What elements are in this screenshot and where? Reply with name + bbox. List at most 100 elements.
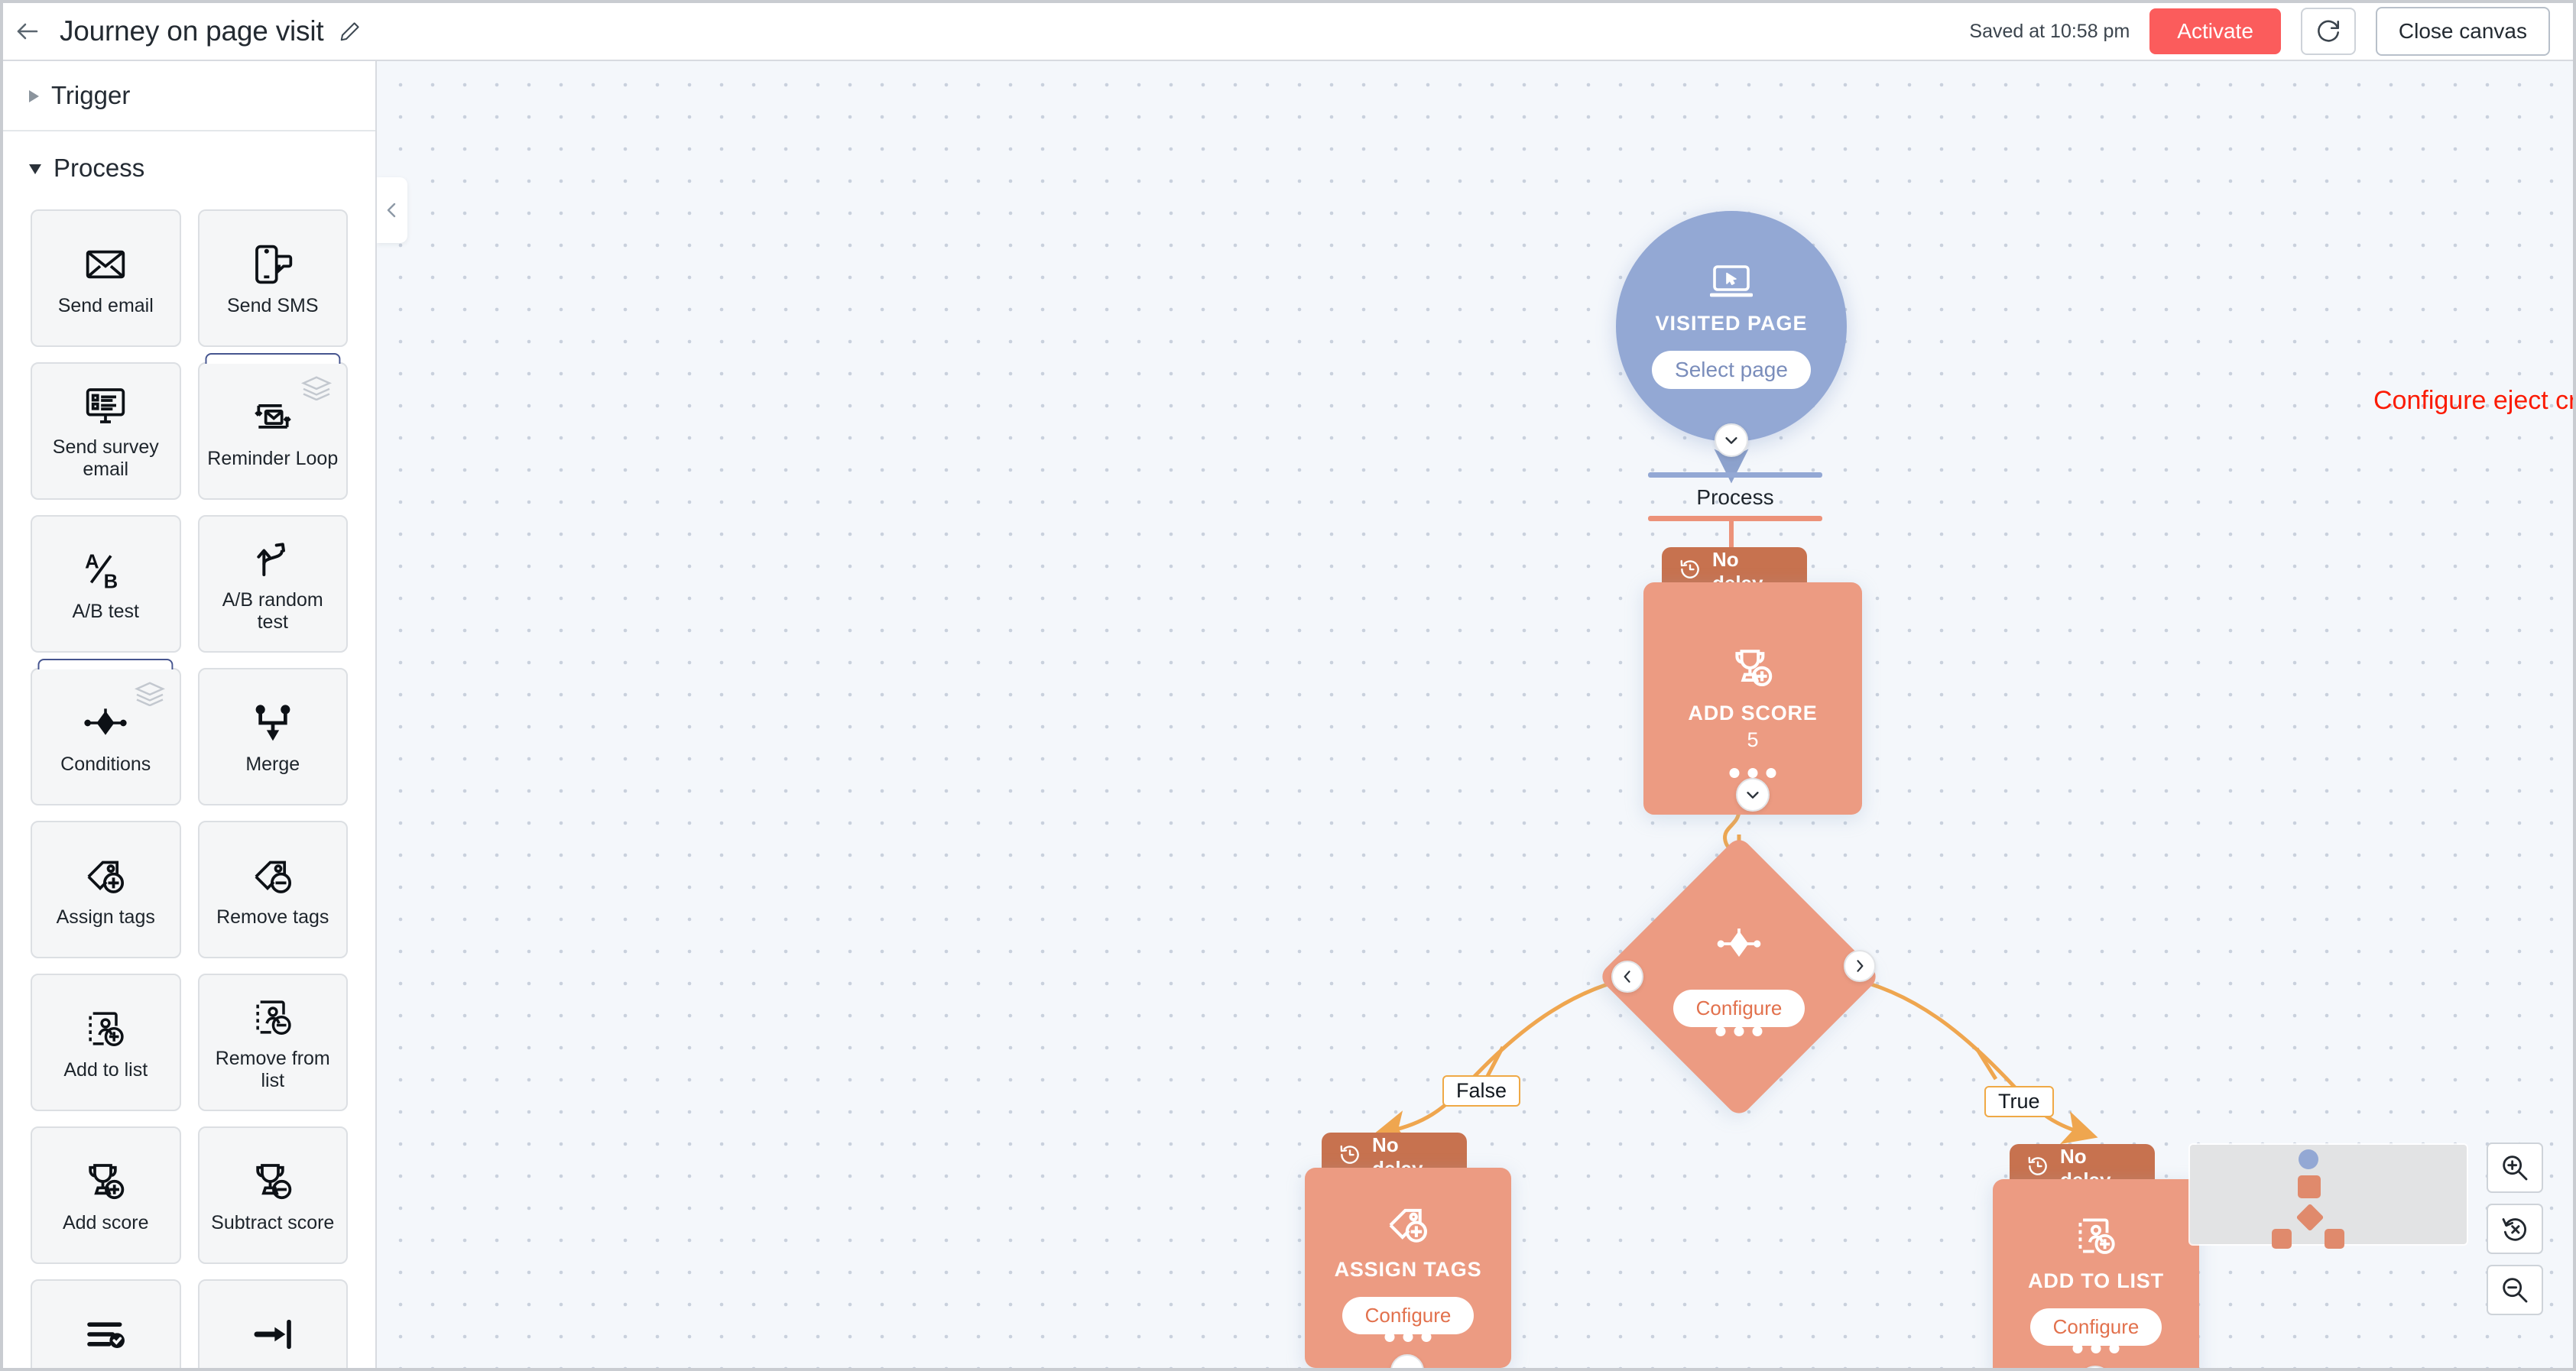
palette-item-label: Remove tags: [216, 906, 329, 928]
minimap-node-add-score: [2298, 1175, 2321, 1198]
palette-item-send-email[interactable]: Send email: [31, 209, 181, 347]
palette-item-label: Reminder Loop: [207, 447, 339, 469]
branch-label-true: True: [1984, 1086, 2054, 1117]
magnifier-plus-icon[interactable]: [2487, 1142, 2543, 1193]
zoom-controls: [2487, 1142, 2543, 1315]
lane-bar-top: [1648, 472, 1822, 478]
phone-message-icon: [251, 240, 294, 289]
palette-item-remove-from-list[interactable]: Remove from list: [197, 974, 348, 1111]
condition-right-chevron-right-icon[interactable]: [1844, 950, 1876, 982]
palette-item-conditions[interactable]: Conditions: [31, 659, 181, 805]
palette-item-subtract-score[interactable]: Subtract score: [197, 1126, 348, 1264]
palette-item-remove-tags[interactable]: Remove tags: [197, 821, 348, 958]
sidebar-section-label: Trigger: [51, 81, 131, 109]
back-arrow-icon[interactable]: [3, 3, 52, 60]
journey-canvas-app: Journey on page visit Saved at 10:58 pm …: [0, 0, 2576, 1371]
palette-item-label: Send survey email: [52, 436, 159, 480]
more-dots-icon[interactable]: [1729, 768, 1776, 778]
flow-canvas[interactable]: VISITED PAGE Select page Process No dela…: [92, 61, 2573, 1368]
palette-item-add-score[interactable]: Add score: [31, 1126, 181, 1264]
assign-tags-configure-button[interactable]: Configure: [1342, 1296, 1475, 1334]
palette-item-reminder-loop[interactable]: Reminder Loop: [197, 353, 348, 500]
node-title: ADD SCORE: [1688, 701, 1818, 724]
stack-tab: [205, 353, 341, 364]
add-to-list-configure-button[interactable]: Configure: [2029, 1308, 2162, 1346]
palette-item-label: A/B test: [72, 600, 140, 622]
palette-item-add-to-list[interactable]: Add to list: [31, 974, 181, 1111]
node-title: VISITED PAGE: [1655, 312, 1808, 335]
clock-rewind-icon: [1679, 558, 1702, 586]
chevron-right-icon: [29, 90, 39, 102]
node-add-to-list[interactable]: No delay ADD TO LIST Configure: [1993, 1144, 2199, 1368]
sidebar-section-process[interactable]: Process: [3, 131, 375, 205]
node-title: ADD TO LIST: [2028, 1269, 2164, 1292]
clock-rewind-icon: [1338, 1143, 1361, 1172]
palette-item-label: Update field: [55, 1365, 157, 1368]
node-assign-tags[interactable]: No delay ASSIGN TAGS Configure: [1305, 1133, 1511, 1368]
svg-text:A: A: [85, 551, 99, 572]
palette-item-label: Merge: [245, 753, 300, 775]
more-dots-icon[interactable]: [1384, 1332, 1432, 1342]
palette-item-ab-random-test[interactable]: A/B random test: [197, 515, 348, 653]
conditions-diamond-icon: [84, 698, 127, 747]
layers-icon: [299, 374, 334, 401]
palette-item-ab-test[interactable]: A B A/B test: [31, 515, 181, 653]
lane-bar-bottom: [1648, 516, 1822, 521]
layers-icon: [132, 680, 167, 707]
close-canvas-button[interactable]: Close canvas: [2375, 7, 2550, 56]
node-body[interactable]: ADD TO LIST Configure: [1993, 1179, 2199, 1368]
node-title: ASSIGN TAGS: [1334, 1257, 1482, 1281]
arrow-to-bar-icon: [251, 1310, 294, 1359]
node-body[interactable]: ASSIGN TAGS Configure: [1305, 1168, 1511, 1368]
minimap-node-conditions: [2295, 1203, 2325, 1232]
palette-item-send-survey-email[interactable]: Send survey email: [31, 362, 181, 500]
chevron-down-icon: [29, 164, 41, 174]
sidebar-section-label: Process: [54, 154, 145, 182]
palette-item-merge[interactable]: Merge: [197, 668, 348, 805]
trophy-plus-icon: [84, 1157, 127, 1206]
palette-item-send-sms[interactable]: Send SMS: [197, 209, 348, 347]
palette-item-label: Assign tags: [56, 906, 155, 928]
canvas-minimap[interactable]: [2190, 1145, 2467, 1249]
condition-left-chevron-left-icon[interactable]: [1611, 961, 1643, 993]
annotation-label: Configure eject criteria from here: [2373, 386, 2573, 415]
svg-text:B: B: [104, 571, 118, 592]
reset-zoom-icon[interactable]: [2487, 1204, 2543, 1254]
add-score-expand-chevron-down-icon[interactable]: [1736, 778, 1770, 812]
header-actions: Saved at 10:58 pm Activate Close canvas: [1969, 7, 2573, 56]
activate-button[interactable]: Activate: [2149, 8, 2281, 54]
node-add-score[interactable]: No delay ADD SCORE 5: [92, 547, 1862, 815]
reminder-loop-icon: [251, 393, 294, 442]
tag-plus-icon: [1386, 1202, 1430, 1250]
palette-item-label: Subtract score: [211, 1211, 335, 1233]
magnifier-minus-icon[interactable]: [2487, 1265, 2543, 1315]
trophy-plus-icon: [1731, 646, 1775, 694]
palette-item-label: Add to list: [63, 1058, 148, 1081]
minimap-node-trigger: [2299, 1149, 2318, 1169]
monitor-cursor-icon: [1709, 264, 1754, 304]
trigger-expand-chevron-down-icon[interactable]: [1715, 423, 1748, 457]
palette-item-label: Push to CRM: [216, 1365, 329, 1368]
palette-item-push-to-crm[interactable]: Push to CRM: [197, 1279, 348, 1368]
sidebar-collapse-handle[interactable]: [377, 177, 407, 243]
merge-arrow-icon: [251, 698, 294, 747]
process-palette-grid: Send email Send SMS Send survey email Re…: [3, 205, 375, 1368]
contact-minus-icon: [251, 993, 294, 1042]
node-visited-page[interactable]: VISITED PAGE Select page: [1616, 211, 1847, 442]
ab-random-test-icon: [251, 534, 294, 583]
left-sidebar: Trigger Process Send email Send SMS Send…: [3, 61, 377, 1368]
conditions-configure-button[interactable]: Configure: [1672, 990, 1805, 1027]
palette-item-assign-tags[interactable]: Assign tags: [31, 821, 181, 958]
palette-item-label: A/B random test: [222, 589, 323, 633]
more-dots-icon[interactable]: [2072, 1343, 2120, 1353]
palette-item-label: Add score: [62, 1211, 149, 1233]
ab-test-icon: A B: [84, 546, 127, 595]
select-page-button[interactable]: Select page: [1652, 351, 1811, 389]
app-header: Journey on page visit Saved at 10:58 pm …: [3, 3, 2573, 61]
palette-item-label: Send email: [57, 294, 154, 316]
palette-item-update-field[interactable]: Update field: [31, 1279, 181, 1368]
pencil-icon[interactable]: [337, 18, 363, 44]
sidebar-section-trigger[interactable]: Trigger: [3, 61, 375, 131]
refresh-icon[interactable]: [2300, 8, 2356, 55]
contact-plus-icon: [2074, 1214, 2118, 1262]
